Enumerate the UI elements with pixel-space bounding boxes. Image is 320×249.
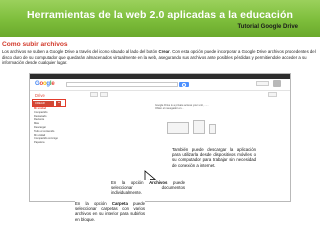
- settings-button[interactable]: [268, 92, 277, 97]
- google-logo: Google: [35, 81, 55, 87]
- section-body-bold: Crear: [158, 49, 170, 54]
- annotation-folder: En la opción Carpeta puede seleccionar c…: [75, 201, 145, 222]
- google-top-bar: [30, 74, 290, 79]
- phone-icon: [209, 124, 216, 134]
- slide-header: Herramientas de la web 2.0 aplicadas a l…: [0, 0, 320, 37]
- slide-subtitle: Tutorial Google Drive: [237, 24, 298, 30]
- share-button[interactable]: [256, 81, 269, 86]
- section-heading: Como subir archivos: [2, 41, 68, 48]
- divider: [30, 90, 290, 91]
- annotation-download-app: También puede descargar la aplicación pa…: [172, 147, 256, 168]
- create-upload-highlight: [32, 99, 66, 107]
- tablet-icon: [193, 120, 205, 134]
- section-body-part1: Los archivos se suben a Google Drive a t…: [2, 49, 159, 54]
- drive-label: Drive: [35, 93, 45, 98]
- devices-illustration: [167, 119, 227, 135]
- search-button[interactable]: [179, 82, 189, 87]
- search-input[interactable]: [66, 82, 178, 87]
- drive-main-line2: Obtén el navegador en...: [155, 107, 184, 111]
- laptop-icon: [167, 122, 189, 134]
- drive-main-text: Google Drive is a private access your un…: [155, 104, 245, 111]
- section-body: Los archivos se suben a Google Drive a t…: [2, 49, 318, 66]
- toolbar-button[interactable]: [90, 92, 98, 97]
- drive-sidebar: CREAR Mi unidad Compartido Destacado Rec…: [33, 101, 63, 145]
- slide-title: Herramientas de la web 2.0 aplicadas a l…: [27, 9, 293, 21]
- toolbar-button[interactable]: [100, 92, 108, 97]
- annotation-files: En la opción Archivos puede seleccionar …: [111, 180, 185, 196]
- avatar[interactable]: [273, 80, 281, 87]
- sidebar-item-papelera[interactable]: Papelera: [33, 141, 63, 145]
